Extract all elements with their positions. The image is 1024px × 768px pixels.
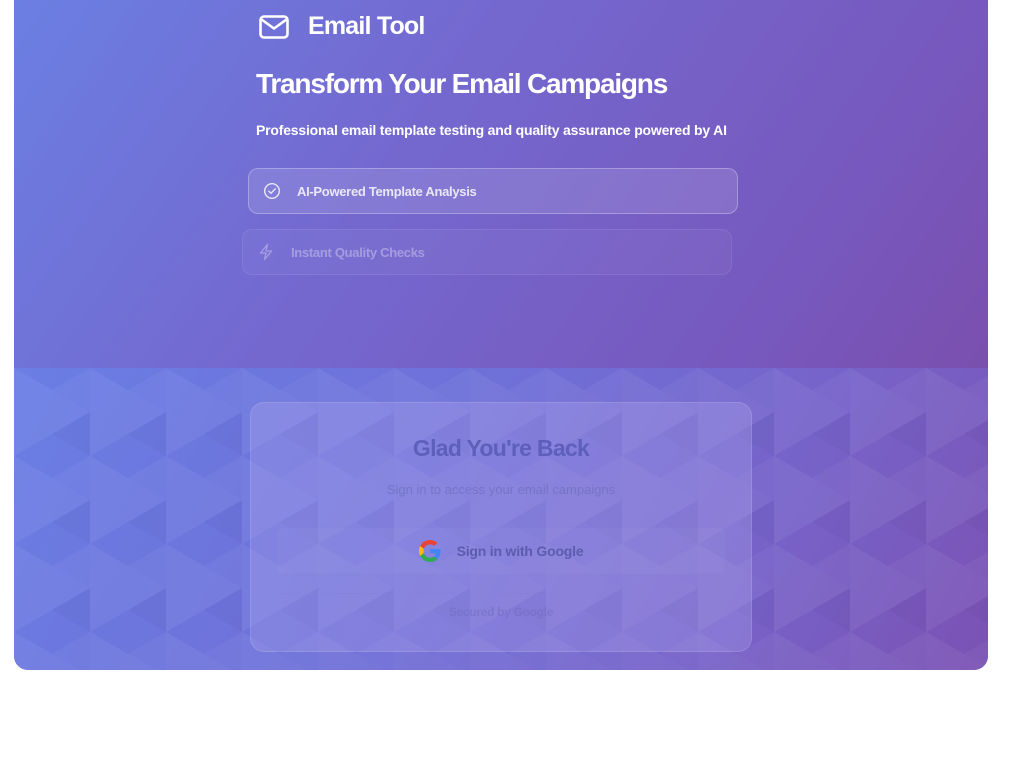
brand: Email Tool: [258, 12, 425, 41]
hero-subtitle: Professional email template testing and …: [256, 122, 727, 138]
login-section: Glad You're Back Sign in to access your …: [14, 368, 988, 670]
sign-in-with-google-button[interactable]: Sign in with Google: [276, 527, 726, 575]
check-circle-icon: [263, 182, 281, 200]
brand-name: Email Tool: [308, 12, 425, 40]
hero-title: Transform Your Email Campaigns: [256, 68, 668, 99]
google-logo-icon: [418, 540, 441, 562]
mail-icon: [259, 14, 289, 39]
login-title: Glad You're Back: [412, 435, 590, 461]
secured-by-google-text: Secured by Google: [448, 605, 554, 619]
login-card: Glad You're Back Sign in to access your …: [250, 402, 752, 652]
google-button-label: Sign in with Google: [456, 543, 584, 559]
feature-item-template-analysis: AI-Powered Template Analysis: [248, 168, 738, 214]
feature-label: AI-Powered Template Analysis: [297, 183, 477, 199]
login-subtitle: Sign in to access your email campaigns: [386, 482, 616, 497]
divider: [276, 593, 726, 594]
feature-item-quality-checks: Instant Quality Checks: [242, 229, 732, 275]
hero-section: Email Tool Transform Your Email Campaign…: [14, 0, 988, 368]
lightning-icon: [259, 243, 273, 261]
feature-label: Instant Quality Checks: [291, 244, 425, 260]
app-window: Email Tool Transform Your Email Campaign…: [14, 0, 988, 670]
